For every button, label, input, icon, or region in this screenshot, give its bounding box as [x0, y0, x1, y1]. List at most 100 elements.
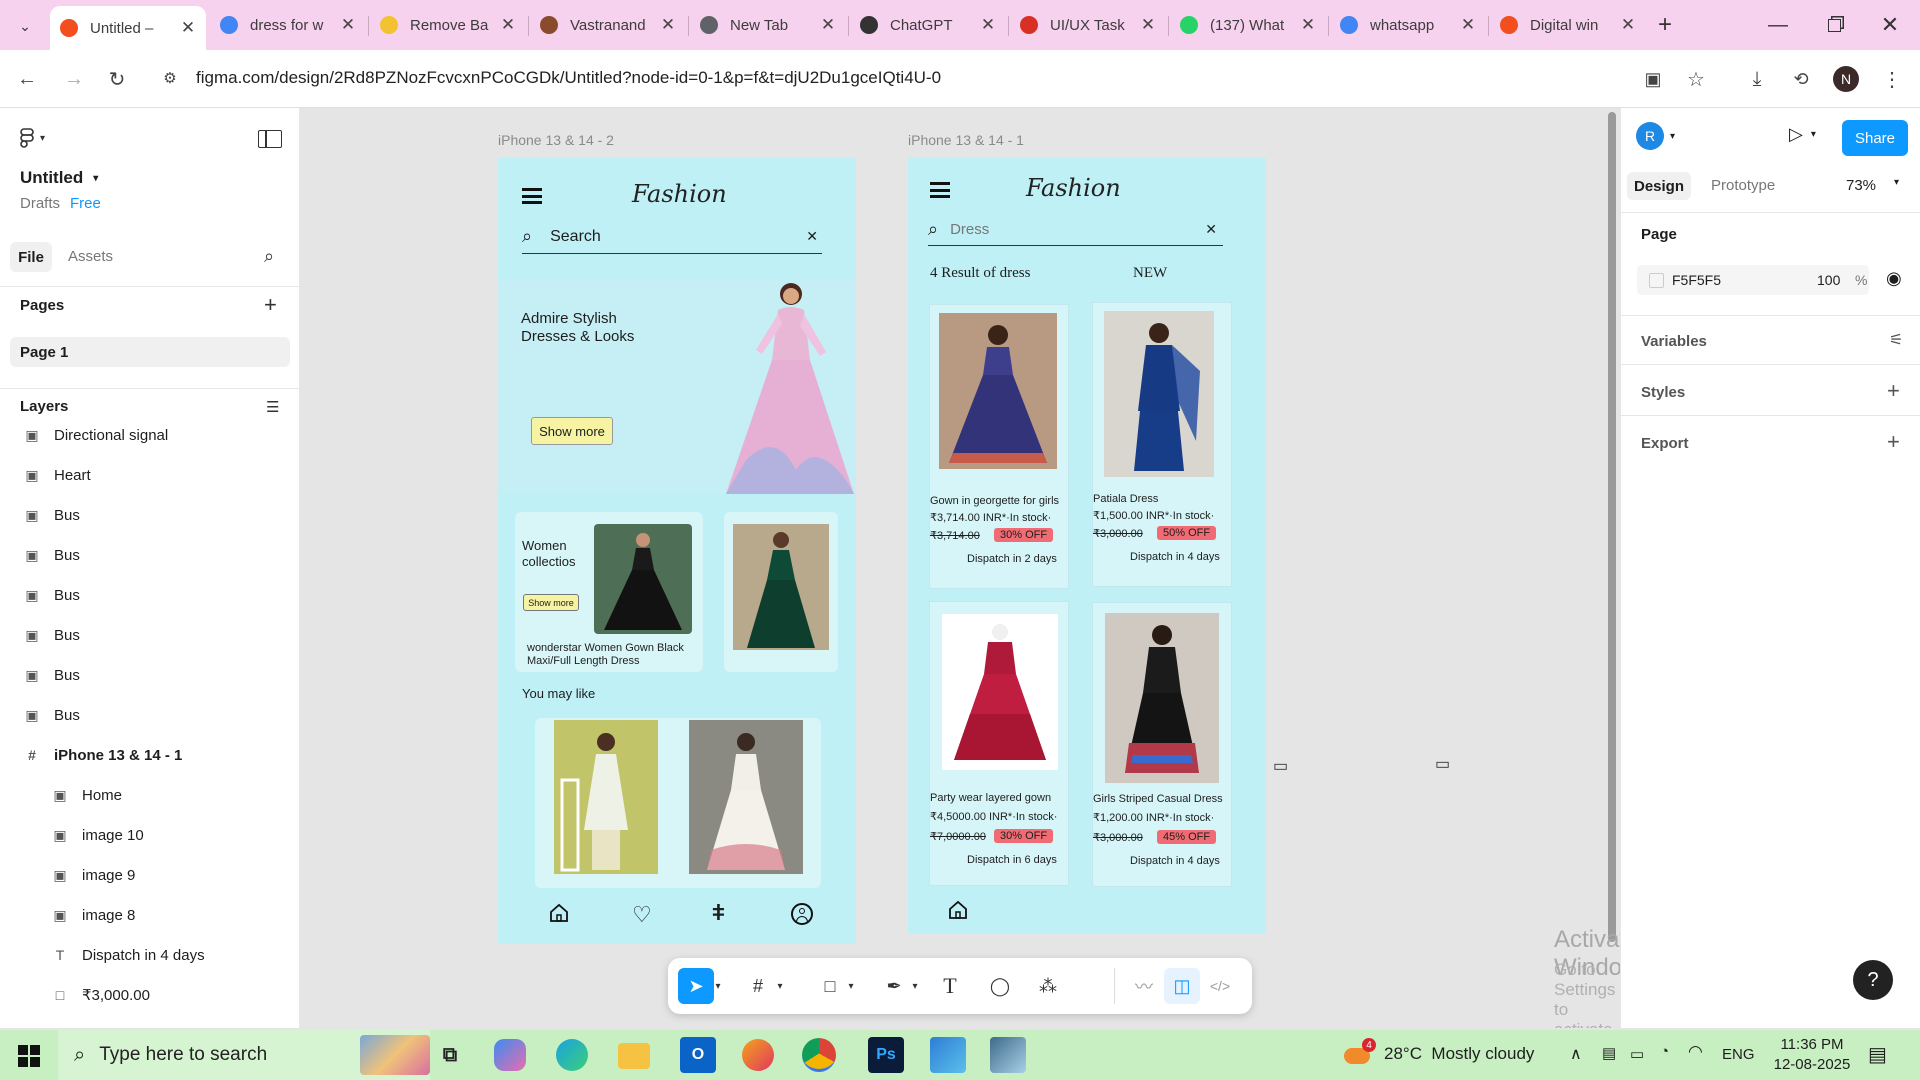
address-bar[interactable]: ⚙ figma.com/design/2Rd8PZNozFcvcxnPCoCGD…	[150, 58, 1700, 98]
language-indicator[interactable]: ENG	[1722, 1046, 1755, 1063]
rectangle-tool-chevron-icon[interactable]: ▾	[843, 968, 859, 1004]
product-card[interactable]: Gown in georgette for girls ₹3,714.00 INR…	[929, 304, 1069, 589]
battery-icon[interactable]: ▭	[1630, 1045, 1644, 1063]
site-info-icon[interactable]: ⚙	[158, 66, 182, 90]
browser-tab[interactable]: New Tab ✕	[690, 6, 846, 44]
close-window-button[interactable]: ✕	[1872, 10, 1908, 40]
notifications-icon[interactable]: ▤	[1868, 1042, 1887, 1067]
search-bar[interactable]: ⌕ Search ✕	[522, 220, 822, 254]
layer-row[interactable]: ▣ Directional signal	[0, 423, 299, 455]
export-heading[interactable]: Export	[1641, 435, 1689, 452]
weather-widget[interactable]: 4 28°C Mostly cloudy	[1344, 1038, 1534, 1068]
home-nav-icon[interactable]	[948, 900, 968, 920]
home-nav-icon[interactable]	[549, 903, 569, 923]
task-view-icon[interactable]: ⧉	[432, 1037, 468, 1073]
product-card[interactable]: Party wear layered gown ₹4,5000.00 INR*·I…	[929, 601, 1069, 886]
close-tab-icon[interactable]: ✕	[1460, 15, 1476, 35]
minimize-button[interactable]: —	[1760, 10, 1796, 40]
styles-heading[interactable]: Styles	[1641, 384, 1685, 401]
tab-prototype[interactable]: Prototype	[1711, 177, 1775, 194]
product-image[interactable]	[1105, 613, 1219, 783]
pen-tool-chevron-icon[interactable]: ▾	[907, 968, 923, 1004]
iphone-frame-2[interactable]: Fashion ⌕ Search ✕ Admire Stylish Dresse…	[498, 158, 856, 944]
iphone-frame-1[interactable]: Fashion ⌕ Dress ✕ 4 Result of dress NEW …	[908, 158, 1266, 934]
layer-row[interactable]: ▣ image 10	[0, 815, 299, 855]
browser-tab[interactable]: whatsapp ✕	[1330, 6, 1486, 44]
draw-mode-button[interactable]: 〰	[1126, 968, 1162, 1004]
browser-tab[interactable]: Untitled – ✕	[50, 6, 206, 50]
zoom-dropdown[interactable]: 73% ▾	[1846, 177, 1899, 194]
app-icon[interactable]	[990, 1037, 1026, 1073]
frame-label[interactable]: iPhone 13 & 14 - 1	[908, 132, 1024, 148]
collection-show-more-button[interactable]: Show more	[523, 594, 579, 611]
layer-row[interactable]: T 30% OFF	[0, 1015, 299, 1029]
add-page-button[interactable]: +	[264, 292, 277, 318]
hero-show-more-button[interactable]: Show more	[531, 417, 613, 445]
file-name[interactable]: Untitled ▾	[20, 168, 98, 188]
color-swatch[interactable]	[1649, 273, 1664, 288]
outlook-icon[interactable]: O	[680, 1037, 716, 1073]
layer-row[interactable]: ▣ image 9	[0, 855, 299, 895]
close-tab-icon[interactable]: ✕	[1620, 15, 1636, 35]
design-canvas[interactable]: iPhone 13 & 14 - 2 Fashion ⌕ Search ✕ Ad…	[300, 108, 1620, 1028]
close-icon[interactable]: ✕	[806, 228, 818, 245]
design-mode-button[interactable]: ◫	[1164, 968, 1200, 1004]
white-kurta-image[interactable]	[554, 720, 658, 874]
wifi-icon[interactable]: ◠	[1688, 1042, 1703, 1062]
page-opacity[interactable]: 100	[1817, 272, 1840, 288]
profile-avatar[interactable]: N	[1830, 63, 1862, 95]
browser-tab[interactable]: dress for w ✕	[210, 6, 366, 44]
product-image[interactable]	[939, 313, 1057, 469]
comment-tool-button[interactable]: ◯	[982, 968, 1018, 1004]
variables-heading[interactable]: Variables	[1641, 333, 1707, 350]
reload-button[interactable]: ↻	[101, 63, 133, 95]
close-tab-icon[interactable]: ✕	[660, 15, 676, 35]
back-button[interactable]: ←	[11, 63, 43, 95]
copilot-icon[interactable]	[494, 1039, 526, 1071]
search-input[interactable]: Dress	[950, 221, 1205, 238]
bookmark-star-icon[interactable]: ☆	[1680, 63, 1712, 95]
product-image[interactable]	[1104, 311, 1214, 477]
product-image[interactable]	[942, 614, 1058, 770]
edge-icon[interactable]	[556, 1039, 588, 1071]
chrome-menu-icon[interactable]: ⋮	[1876, 63, 1908, 95]
floral-dress-image[interactable]	[689, 720, 803, 874]
toggle-ui-button[interactable]	[258, 130, 282, 148]
layer-row[interactable]: ▣ Bus	[0, 535, 299, 575]
plan-badge[interactable]: Free	[70, 195, 101, 212]
browser-tab[interactable]: Digital win ✕	[1490, 6, 1646, 44]
photos-icon[interactable]	[930, 1037, 966, 1073]
profile-nav-icon[interactable]	[791, 903, 813, 925]
tab-assets[interactable]: Assets	[68, 248, 113, 265]
frame-tool-chevron-icon[interactable]: ▾	[772, 968, 788, 1004]
layer-row[interactable]: ▣ Bus	[0, 615, 299, 655]
actions-tool-button[interactable]: ⁂	[1030, 968, 1066, 1004]
page-color-hex[interactable]: F5F5F5	[1672, 272, 1721, 288]
restore-button[interactable]	[1816, 10, 1852, 40]
eye-icon[interactable]: ◉	[1886, 268, 1902, 289]
layer-row[interactable]: ▣ Heart	[0, 455, 299, 495]
text-tool-button[interactable]: T	[932, 968, 968, 1004]
help-button[interactable]: ?	[1853, 960, 1893, 1000]
close-tab-icon[interactable]: ✕	[500, 15, 516, 35]
browser-tab[interactable]: (137) What ✕	[1170, 6, 1326, 44]
green-dress-card[interactable]	[724, 512, 838, 672]
search-bar[interactable]: ⌕ Dress ✕	[928, 214, 1223, 246]
chrome-icon[interactable]	[802, 1038, 836, 1072]
collection-card[interactable]: Women collectios Show more wonderstar Wo…	[515, 512, 703, 672]
tray-device-icon[interactable]: ▤	[1602, 1044, 1616, 1062]
dev-mode-button[interactable]: </>	[1202, 968, 1238, 1004]
close-tab-icon[interactable]: ✕	[1140, 15, 1156, 35]
layer-row[interactable]: ▣ Bus	[0, 575, 299, 615]
browser-tab[interactable]: UI/UX Task ✕	[1010, 6, 1166, 44]
tray-chevron-icon[interactable]: ∧	[1570, 1044, 1582, 1064]
menu-icon[interactable]	[930, 182, 950, 198]
file-explorer-icon[interactable]	[618, 1043, 650, 1069]
close-tab-icon[interactable]: ✕	[820, 15, 836, 35]
search-layers-icon[interactable]: ⌕	[264, 246, 274, 267]
tab-search-button[interactable]: ⌄	[8, 12, 42, 40]
clock[interactable]: 11:36 PM 12-08-2025	[1772, 1035, 1852, 1075]
download-icon[interactable]: ⤓	[1741, 63, 1773, 95]
frame-tool-button[interactable]: #	[740, 968, 776, 1004]
browser-tab[interactable]: Vastranand ✕	[530, 6, 686, 44]
